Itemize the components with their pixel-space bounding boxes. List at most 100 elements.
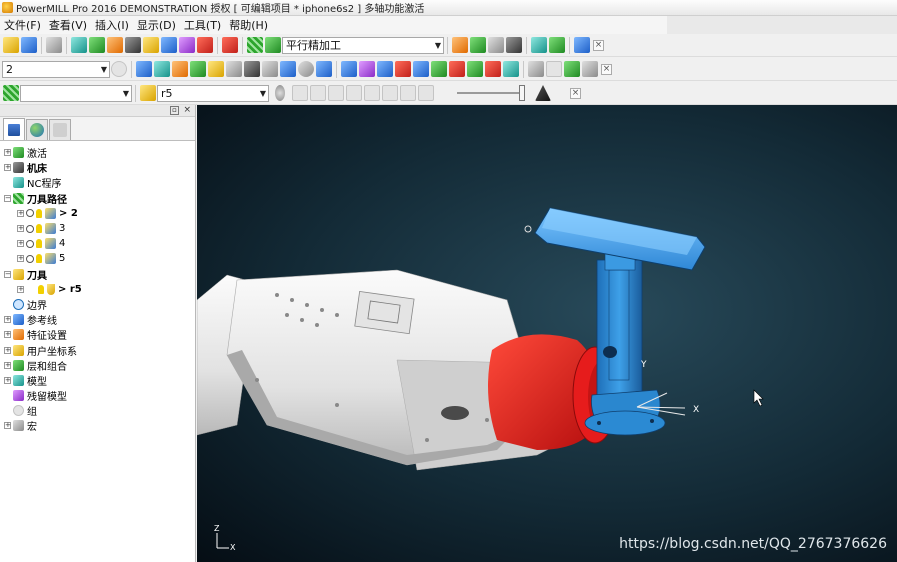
go-end-icon[interactable] bbox=[400, 85, 416, 101]
end-point-icon[interactable] bbox=[161, 37, 177, 53]
step-back-icon[interactable] bbox=[328, 85, 344, 101]
expand-icon[interactable]: + bbox=[17, 240, 24, 248]
statistics-icon[interactable] bbox=[506, 37, 522, 53]
toolpath-icon[interactable] bbox=[247, 37, 263, 53]
feeds-speeds-icon[interactable] bbox=[107, 37, 123, 53]
cutting-params-icon[interactable] bbox=[197, 37, 213, 53]
stock-icon[interactable] bbox=[503, 61, 519, 77]
expand-icon[interactable]: + bbox=[4, 361, 11, 369]
shaded-icon[interactable] bbox=[341, 61, 357, 77]
tool-display-icon[interactable] bbox=[535, 85, 551, 101]
pause-icon[interactable] bbox=[310, 85, 326, 101]
toolbar1-close-icon[interactable]: × bbox=[593, 39, 604, 51]
tab-tool-database[interactable] bbox=[49, 119, 71, 140]
tree-node-toolpath-4[interactable]: + 4 bbox=[0, 236, 195, 251]
holder-icon[interactable] bbox=[564, 61, 580, 77]
tree-node-tool-r5[interactable]: + > r5 bbox=[0, 282, 195, 297]
leads-links-icon[interactable] bbox=[179, 37, 195, 53]
menu-help[interactable]: 帮助(H) bbox=[227, 17, 274, 33]
expand-icon[interactable]: + bbox=[4, 346, 11, 354]
binoculars-icon[interactable] bbox=[574, 37, 590, 53]
view-top-icon[interactable] bbox=[154, 61, 170, 77]
pan-icon[interactable] bbox=[226, 61, 242, 77]
strategy-select[interactable]: 平行精加工 ▼ bbox=[282, 36, 444, 54]
block-icon[interactable] bbox=[71, 37, 87, 53]
pin-icon[interactable]: ▫ bbox=[170, 106, 179, 115]
tree-node-workplanes[interactable]: + 用户坐标系 bbox=[0, 342, 195, 358]
tool-shade-icon[interactable] bbox=[546, 61, 562, 77]
rotate-icon[interactable] bbox=[244, 61, 260, 77]
start-point-icon[interactable] bbox=[143, 37, 159, 53]
tab-globe[interactable] bbox=[26, 119, 48, 140]
toolbar2-close-icon[interactable]: × bbox=[601, 63, 612, 75]
tree-node-active[interactable]: + 激活 bbox=[0, 145, 195, 160]
menu-display[interactable]: 显示(D) bbox=[135, 17, 182, 33]
cross-icon[interactable] bbox=[316, 61, 332, 77]
tool-icon[interactable] bbox=[125, 37, 141, 53]
tree-node-groups[interactable]: 组 bbox=[0, 403, 195, 418]
simulate-icon[interactable] bbox=[470, 37, 486, 53]
tree-node-macros[interactable]: + 宏 bbox=[0, 418, 195, 433]
view-front-icon[interactable] bbox=[172, 61, 188, 77]
bulb-icon[interactable] bbox=[275, 85, 285, 101]
tool-select[interactable]: r5 ▼ bbox=[157, 84, 269, 102]
tree-node-nc-program[interactable]: NC程序 bbox=[0, 175, 195, 190]
probe-icon[interactable] bbox=[528, 61, 544, 77]
print-icon[interactable] bbox=[46, 37, 62, 53]
menu-view[interactable]: 查看(V) bbox=[47, 17, 93, 33]
go-start-icon[interactable] bbox=[382, 85, 398, 101]
tab-explorer[interactable] bbox=[3, 118, 25, 140]
open-project-icon[interactable] bbox=[3, 37, 19, 53]
nc-program-icon[interactable] bbox=[531, 37, 547, 53]
speed-slider-handle[interactable] bbox=[519, 85, 525, 101]
measure-icon[interactable] bbox=[413, 61, 429, 77]
tree-node-models[interactable]: + 模型 bbox=[0, 373, 195, 388]
calculate-icon[interactable] bbox=[452, 37, 468, 53]
step-forward-icon[interactable] bbox=[346, 85, 362, 101]
wireframe-icon[interactable] bbox=[280, 61, 296, 77]
plane-red-icon[interactable] bbox=[449, 61, 465, 77]
points-icon[interactable] bbox=[395, 61, 411, 77]
fit-view-icon[interactable] bbox=[262, 61, 278, 77]
tree-node-tools[interactable]: − 刀具 bbox=[0, 267, 195, 282]
graphics-viewport[interactable]: Y X Z X https://blog.csdn.net/QQ_2767376… bbox=[197, 105, 897, 562]
expand-icon[interactable]: + bbox=[17, 225, 24, 233]
close-icon[interactable]: × bbox=[183, 105, 191, 115]
tree-node-boundary[interactable]: 边界 bbox=[0, 297, 195, 312]
verify-icon[interactable] bbox=[488, 37, 504, 53]
expand-icon[interactable]: + bbox=[4, 422, 11, 430]
play-icon[interactable] bbox=[292, 85, 308, 101]
gouge-icon[interactable] bbox=[485, 61, 501, 77]
expand-icon[interactable]: + bbox=[17, 255, 24, 263]
expand-icon[interactable]: + bbox=[4, 164, 11, 172]
menu-file[interactable]: 文件(F) bbox=[2, 17, 47, 33]
section-icon[interactable] bbox=[431, 61, 447, 77]
tree-node-toolpath-5[interactable]: + 5 bbox=[0, 251, 195, 266]
draft-shade-icon[interactable] bbox=[359, 61, 375, 77]
menu-insert[interactable]: 插入(I) bbox=[93, 17, 135, 33]
expand-icon[interactable]: + bbox=[4, 331, 11, 339]
tree-node-stock-models[interactable]: 残留模型 bbox=[0, 388, 195, 403]
layer-icon[interactable] bbox=[111, 61, 127, 77]
tree-node-toolpath-2[interactable]: + > 2 bbox=[0, 206, 195, 221]
expand-icon[interactable]: + bbox=[17, 285, 24, 293]
view-side-icon[interactable] bbox=[190, 61, 206, 77]
tree-node-feature-sets[interactable]: + 特征设置 bbox=[0, 327, 195, 342]
speed-slider[interactable] bbox=[457, 85, 525, 101]
tree-node-toolpath-3[interactable]: + 3 bbox=[0, 221, 195, 236]
tree-node-levels[interactable]: + 层和组合 bbox=[0, 358, 195, 373]
zoom-icon[interactable] bbox=[208, 61, 224, 77]
fast-forward-icon[interactable] bbox=[418, 85, 434, 101]
clock-icon[interactable] bbox=[298, 61, 314, 77]
collapse-icon[interactable]: − bbox=[4, 270, 11, 278]
toolpath-strategy-icon[interactable] bbox=[222, 37, 238, 53]
expand-icon[interactable]: + bbox=[4, 316, 11, 324]
expand-icon[interactable]: + bbox=[17, 209, 24, 217]
toolpath-select[interactable]: ▼ bbox=[20, 84, 132, 102]
menu-tools[interactable]: 工具(T) bbox=[182, 17, 227, 33]
tree-node-pattern[interactable]: + 参考线 bbox=[0, 312, 195, 327]
view-iso-icon[interactable] bbox=[136, 61, 152, 77]
save-project-icon[interactable] bbox=[21, 37, 37, 53]
collision-check-icon[interactable] bbox=[549, 37, 565, 53]
plane-green-icon[interactable] bbox=[467, 61, 483, 77]
